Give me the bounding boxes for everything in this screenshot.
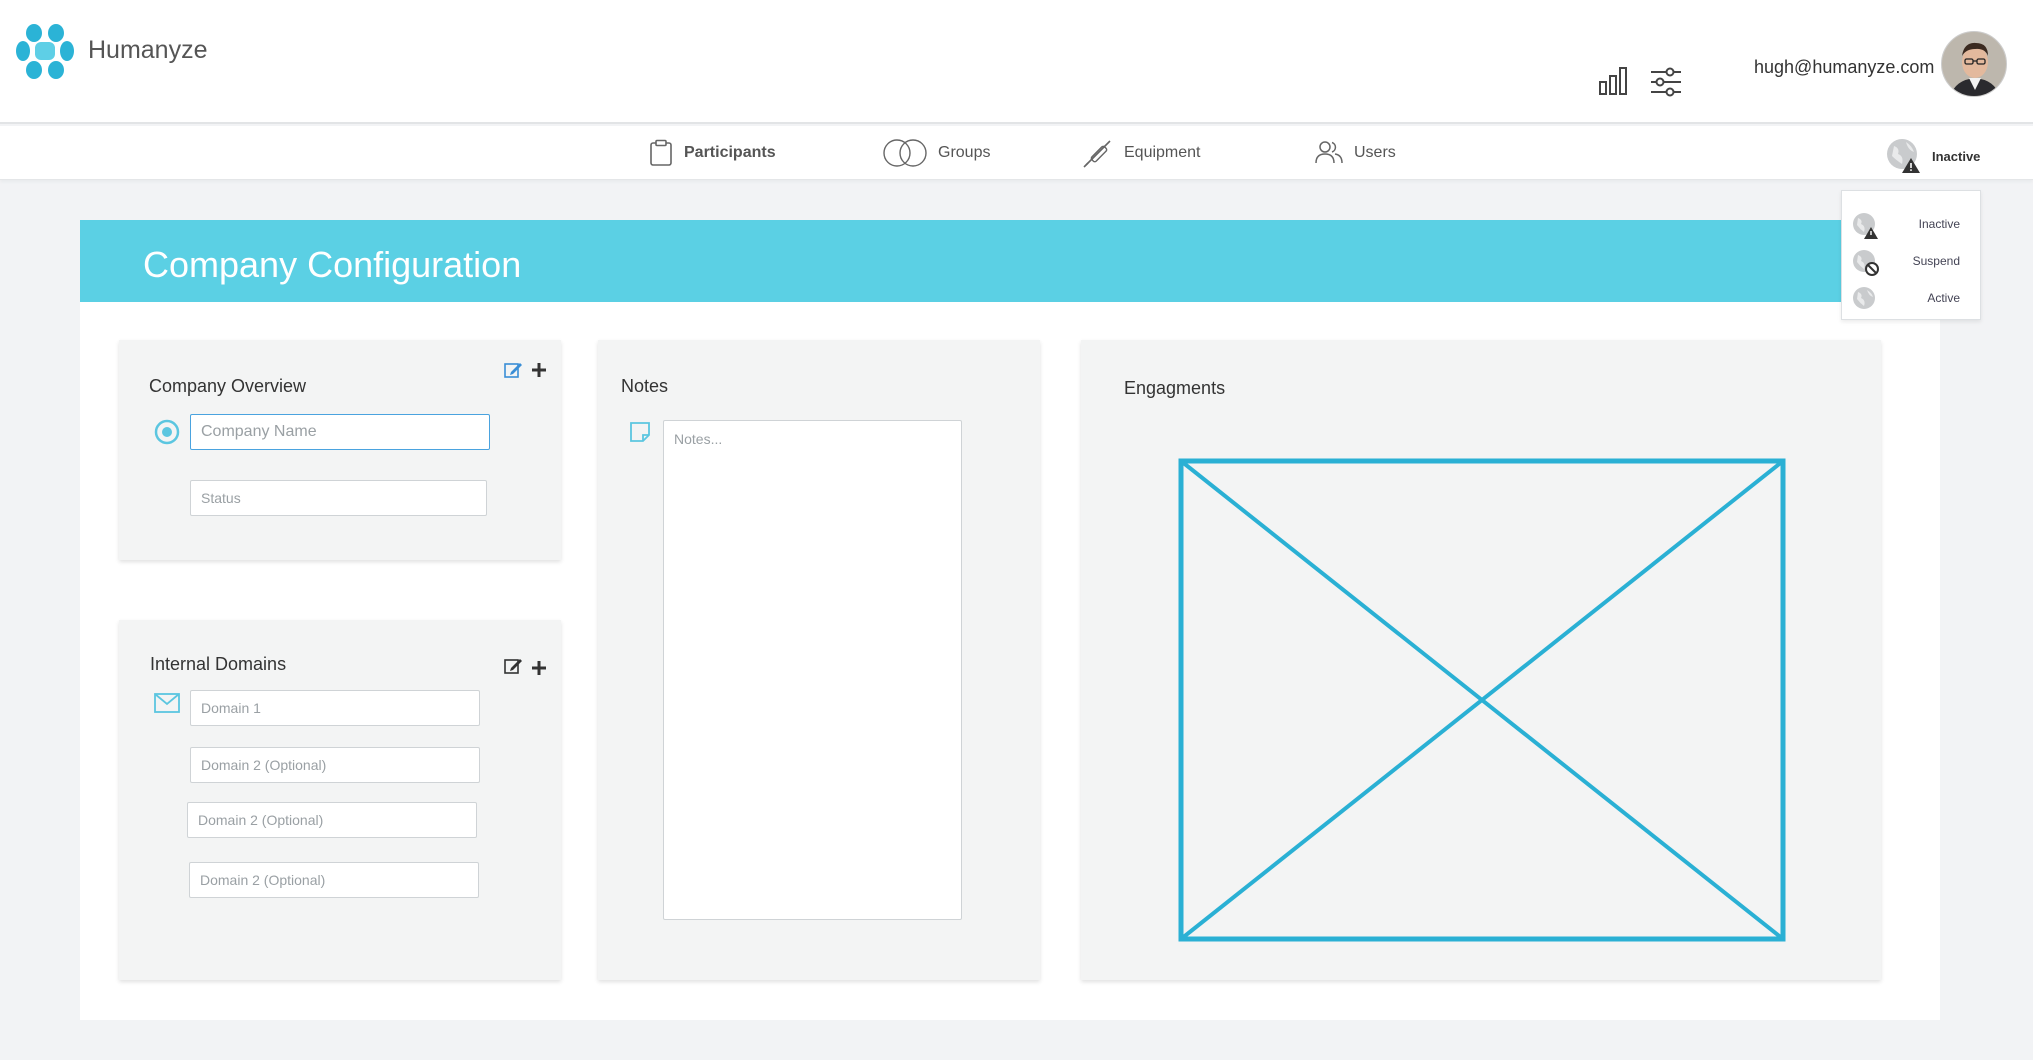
page-banner: Company Configuration xyxy=(80,220,1940,302)
status-option-inactive[interactable]: Inactive xyxy=(1842,205,1980,241)
status-option-active[interactable]: Active xyxy=(1842,279,1980,315)
engagements-title: Engagments xyxy=(1124,378,1226,398)
status-option-suspend-label: Suspend xyxy=(1912,254,1960,268)
company-status-button[interactable]: Inactive xyxy=(1884,136,1980,176)
top-header: Humanyze hugh@humanyze.com xyxy=(0,0,2033,124)
domain-input-4[interactable] xyxy=(189,862,479,898)
settings-sliders-icon[interactable] xyxy=(1648,64,1684,100)
users-icon xyxy=(1315,141,1343,164)
brand-name: Humanyze xyxy=(88,36,208,64)
company-overview-card: Company Overview xyxy=(119,340,561,560)
equipment-icon xyxy=(1083,140,1111,168)
nav-item-groups[interactable]: Groups xyxy=(882,126,990,180)
domain-input-3[interactable] xyxy=(187,802,477,838)
notes-card: Notes xyxy=(598,340,1040,980)
company-status-label: Inactive xyxy=(1932,148,1981,164)
company-name-input[interactable] xyxy=(190,414,490,450)
company-overview-title: Company Overview xyxy=(149,376,307,396)
status-dropdown-menu: Inactive Suspend Active xyxy=(1841,190,1981,320)
main-nav: Participants Groups Equipment Users Inac… xyxy=(0,126,2033,180)
internal-domains-card: Internal Domains xyxy=(119,620,561,980)
notes-title: Notes xyxy=(621,376,669,396)
edit-icon[interactable] xyxy=(503,360,523,380)
status-option-active-label: Active xyxy=(1927,291,1960,305)
status-input[interactable] xyxy=(190,480,487,516)
engagements-card: Engagments xyxy=(1081,340,1881,980)
clipboard-icon xyxy=(650,139,672,166)
notes-textarea[interactable] xyxy=(663,420,962,920)
nav-label-participants: Participants xyxy=(684,144,776,161)
add-icon[interactable] xyxy=(529,360,549,380)
nav-label-equipment: Equipment xyxy=(1124,144,1201,161)
groups-icon xyxy=(883,139,927,167)
edit-icon[interactable] xyxy=(503,656,523,676)
globe-warning-icon xyxy=(1887,139,1920,173)
domain-input-2[interactable] xyxy=(190,747,480,783)
nav-label-groups: Groups xyxy=(938,144,991,161)
globe-suspend-icon xyxy=(1853,250,1879,276)
user-email[interactable]: hugh@humanyze.com xyxy=(1754,57,1934,78)
status-option-inactive-label: Inactive xyxy=(1918,217,1960,231)
domain-input-1[interactable] xyxy=(190,690,480,726)
image-placeholder xyxy=(1178,458,1786,942)
status-option-suspend[interactable]: Suspend xyxy=(1842,242,1980,278)
nav-item-equipment[interactable]: Equipment xyxy=(1082,126,1201,180)
add-icon[interactable] xyxy=(529,658,549,678)
nav-item-participants[interactable]: Participants xyxy=(648,126,776,180)
page-title: Company Configuration xyxy=(143,244,522,285)
email-envelope-icon xyxy=(154,693,180,713)
nav-item-users[interactable]: Users xyxy=(1314,126,1396,180)
company-config-panel: Company Configuration Company Overview I… xyxy=(80,220,1940,1020)
nav-label-users: Users xyxy=(1354,144,1396,161)
analytics-chart-icon[interactable] xyxy=(1596,64,1632,100)
globe-icon xyxy=(1853,287,1875,309)
target-radio-icon xyxy=(154,419,180,445)
user-avatar[interactable] xyxy=(1941,31,2007,97)
sticky-note-icon xyxy=(630,422,650,442)
humanyze-logo[interactable] xyxy=(14,20,76,82)
globe-warning-icon xyxy=(1853,213,1878,239)
internal-domains-title: Internal Domains xyxy=(150,654,287,674)
